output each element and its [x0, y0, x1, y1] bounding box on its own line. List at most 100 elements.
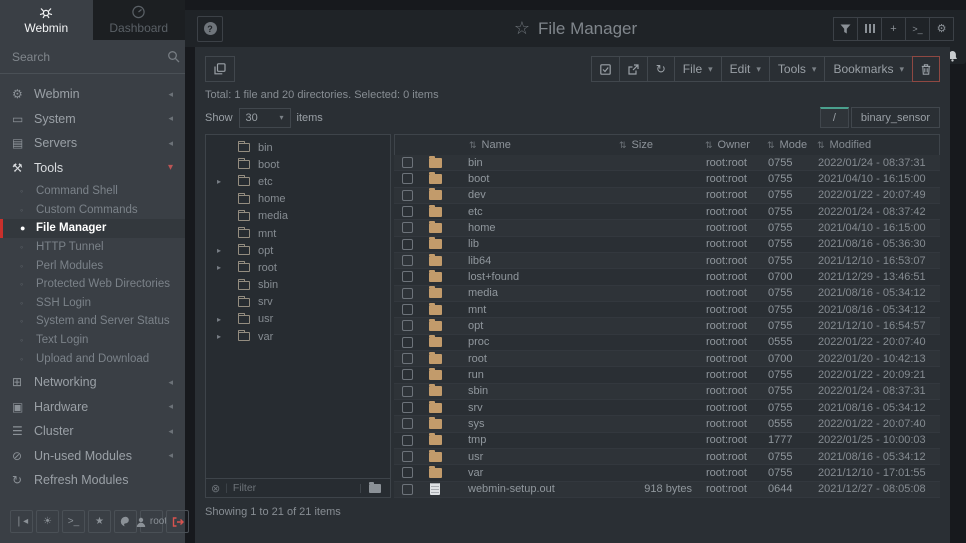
table-row[interactable]: tmproot:root17772022/01/25 - 10:00:03 [394, 433, 940, 449]
palette-button[interactable] [114, 510, 137, 533]
row-checkbox[interactable] [402, 418, 413, 429]
table-row[interactable]: bootroot:root07552021/04/10 - 16:15:00 [394, 171, 940, 187]
tree-item-usr[interactable]: ▸usr [206, 311, 390, 328]
table-row[interactable]: devroot:root07552022/01/22 - 20:07:49 [394, 188, 940, 204]
sidebar-item-hardware[interactable]: ▣Hardware◂ [0, 394, 185, 419]
sidebar-item-system[interactable]: ▭System◂ [0, 107, 185, 132]
table-row[interactable]: srvroot:root07552021/08/16 - 05:34:12 [394, 400, 940, 416]
row-checkbox[interactable] [402, 369, 413, 380]
tree-item-sbin[interactable]: sbin [206, 277, 390, 294]
sort-icon[interactable]: ⇅ [619, 140, 627, 151]
sidebar-item-upload-and-download[interactable]: ◦Upload and Download [0, 349, 185, 368]
tab-webmin[interactable]: Webmin [0, 0, 93, 40]
breadcrumb-segment[interactable]: binary_sensor [851, 107, 940, 128]
user-button[interactable]: root [140, 510, 163, 533]
sidebar-item-webmin[interactable]: ⚙Webmin◂ [0, 82, 185, 107]
sidebar-item-ssh-login[interactable]: ◦SSH Login [0, 294, 185, 313]
table-row[interactable]: binroot:root07552022/01/24 - 08:37:31 [394, 155, 940, 171]
expand-arrow-icon[interactable]: ▸ [217, 263, 221, 272]
row-checkbox[interactable] [402, 222, 413, 233]
tree-item-mnt[interactable]: mnt [206, 225, 390, 242]
table-row[interactable]: rootroot:root07002022/01/20 - 10:42:13 [394, 351, 940, 367]
table-row[interactable]: etcroot:root07552022/01/24 - 08:37:42 [394, 204, 940, 220]
collapse-sidebar-button[interactable]: ❘◂ [10, 510, 33, 533]
edit-menu-button[interactable]: Edit▾ [721, 56, 770, 82]
row-checkbox[interactable] [402, 304, 413, 315]
file-menu-button[interactable]: File▾ [674, 56, 722, 82]
sidebar-item-servers[interactable]: ▤Servers◂ [0, 131, 185, 156]
logout-button[interactable] [166, 510, 189, 533]
settings-button[interactable]: ⚙ [929, 17, 954, 41]
sidebar-item-text-login[interactable]: ◦Text Login [0, 331, 185, 350]
row-checkbox[interactable] [402, 271, 413, 282]
row-checkbox[interactable] [402, 467, 413, 478]
filter-button[interactable] [833, 17, 858, 41]
row-checkbox[interactable] [402, 206, 413, 217]
sort-icon[interactable]: ⇅ [469, 140, 477, 151]
row-checkbox[interactable] [402, 337, 413, 348]
sidebar-item-command-shell[interactable]: ◦Command Shell [0, 182, 185, 201]
refresh-button[interactable]: ↻ [647, 56, 675, 82]
search-input[interactable] [12, 50, 167, 64]
table-row[interactable]: libroot:root07552021/08/16 - 05:36:30 [394, 237, 940, 253]
theme-toggle-button[interactable]: ☀ [36, 510, 59, 533]
add-button[interactable]: + [881, 17, 906, 41]
column-header-size[interactable]: ⇅Size [619, 139, 705, 151]
terminal-button[interactable]: >_ [62, 510, 85, 533]
clear-filter-icon[interactable]: ⊗ [211, 482, 220, 495]
tab-dashboard[interactable]: Dashboard [93, 0, 186, 40]
breadcrumb-root[interactable]: / [820, 107, 849, 128]
table-row[interactable]: procroot:root05552022/01/22 - 20:07:40 [394, 335, 940, 351]
tree-item-opt[interactable]: ▸opt [206, 242, 390, 259]
row-checkbox[interactable] [402, 435, 413, 446]
column-header-mode[interactable]: ⇅Mode [767, 139, 817, 151]
sidebar-item-networking[interactable]: ⊞Networking◂ [0, 370, 185, 395]
row-checkbox[interactable] [402, 402, 413, 413]
sidebar-item-cluster[interactable]: ☰Cluster◂ [0, 419, 185, 444]
row-checkbox[interactable] [402, 157, 413, 168]
sidebar-item-custom-commands[interactable]: ◦Custom Commands [0, 201, 185, 220]
columns-button[interactable] [857, 17, 882, 41]
tree-item-root[interactable]: ▸root [206, 259, 390, 276]
expand-arrow-icon[interactable]: ▸ [217, 177, 221, 186]
tree-item-bin[interactable]: bin [206, 139, 390, 156]
row-checkbox[interactable] [402, 190, 413, 201]
row-checkbox[interactable] [402, 320, 413, 331]
filter-folder-button[interactable] [360, 484, 385, 493]
sidebar-item-file-manager[interactable]: ●File Manager [0, 219, 185, 238]
table-row[interactable]: lib64root:root07552021/12/10 - 16:53:07 [394, 253, 940, 269]
favorites-button[interactable]: ★ [88, 510, 111, 533]
sidebar-item-un-used-modules[interactable]: ⊘Un-used Modules◂ [0, 443, 185, 468]
row-checkbox[interactable] [402, 288, 413, 299]
terminal-window-button[interactable]: >_ [905, 17, 930, 41]
tree-item-home[interactable]: home [206, 191, 390, 208]
sort-icon[interactable]: ⇅ [817, 140, 825, 151]
trash-button[interactable] [912, 56, 940, 82]
expand-arrow-icon[interactable]: ▸ [217, 246, 221, 255]
sidebar-item-tools[interactable]: ⚒Tools▾ [0, 156, 185, 181]
row-checkbox[interactable] [402, 173, 413, 184]
table-row[interactable]: sysroot:root05552022/01/22 - 20:07:40 [394, 416, 940, 432]
column-header-name[interactable]: ⇅Name [451, 139, 619, 151]
table-row[interactable]: mediaroot:root07552021/08/16 - 05:34:12 [394, 286, 940, 302]
tree-item-media[interactable]: media [206, 208, 390, 225]
table-row[interactable]: varroot:root07552021/12/10 - 17:01:55 [394, 465, 940, 481]
sidebar-item-http-tunnel[interactable]: ◦HTTP Tunnel [0, 238, 185, 257]
favorite-star-icon[interactable]: ☆ [514, 18, 530, 38]
row-checkbox[interactable] [402, 386, 413, 397]
row-checkbox[interactable] [402, 353, 413, 364]
sort-icon[interactable]: ⇅ [767, 140, 775, 151]
tree-item-srv[interactable]: srv [206, 294, 390, 311]
table-row[interactable]: webmin-setup.out918 bytesroot:root064420… [394, 482, 940, 498]
page-size-select[interactable]: 30 ▾ [239, 108, 291, 128]
row-checkbox[interactable] [402, 451, 413, 462]
table-row[interactable]: mntroot:root07552021/08/16 - 05:34:12 [394, 302, 940, 318]
tools-menu-button[interactable]: Tools▾ [769, 56, 826, 82]
sidebar-item-refresh-modules[interactable]: ↻Refresh Modules [0, 468, 185, 493]
tree-item-var[interactable]: ▸var [206, 328, 390, 345]
expand-arrow-icon[interactable]: ▸ [217, 332, 221, 341]
sidebar-item-system-and-server-status[interactable]: ◦System and Server Status [0, 312, 185, 331]
table-row[interactable]: usrroot:root07552021/08/16 - 05:34:12 [394, 449, 940, 465]
tree-filter-input[interactable] [233, 482, 360, 494]
table-row[interactable]: homeroot:root07552021/04/10 - 16:15:00 [394, 220, 940, 236]
